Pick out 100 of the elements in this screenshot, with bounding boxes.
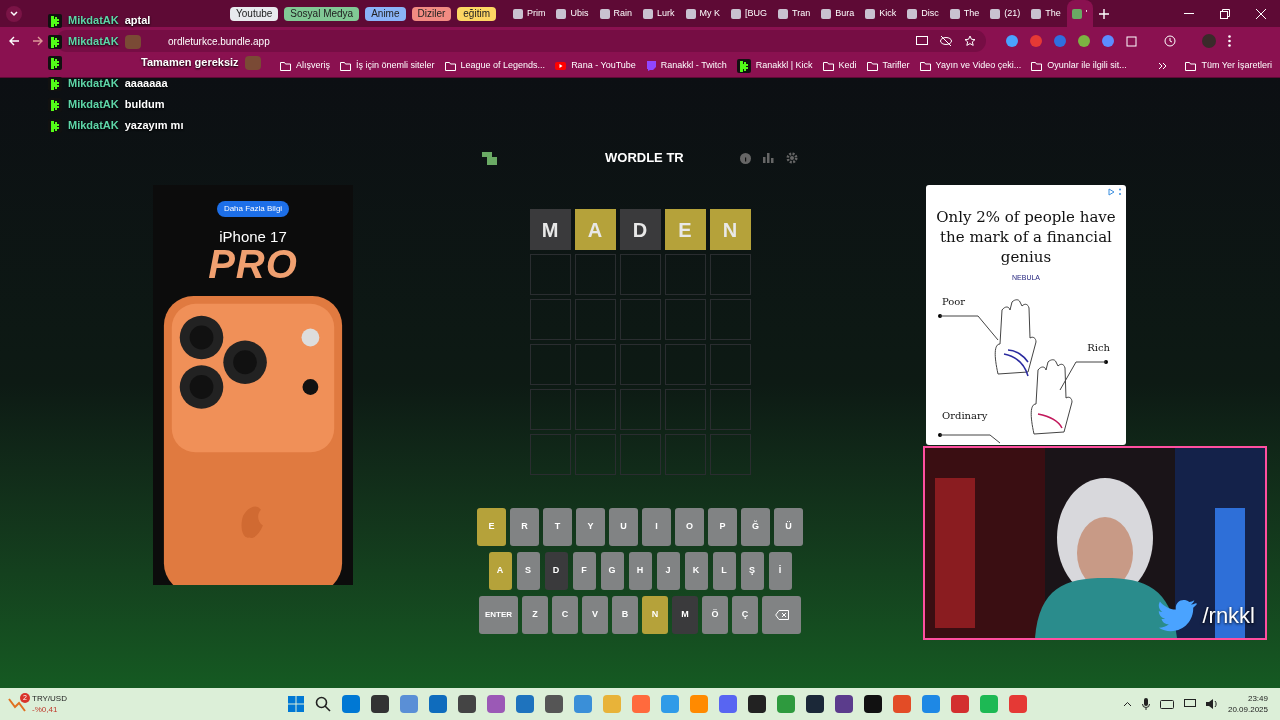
bookmark-item[interactable]: Yayın ve Video çeki...	[919, 59, 1022, 73]
keyboard-key[interactable]: Z	[522, 596, 548, 634]
extension-icon[interactable]	[1006, 35, 1018, 47]
tab-group-chip[interactable]: Diziler	[411, 6, 452, 21]
all-bookmarks-item[interactable]: Tüm Yer İşaretleri	[1177, 59, 1280, 73]
keyboard-key[interactable]: G	[600, 552, 624, 590]
keyboard-key[interactable]: H	[628, 552, 652, 590]
bookmark-item[interactable]: Rana - YouTube	[555, 59, 636, 73]
browser-tab[interactable]: '	[1066, 0, 1093, 27]
keyboard-key[interactable]: J	[656, 552, 680, 590]
tab-group-chip[interactable]: Anime	[365, 6, 406, 21]
tab-group-chip[interactable]: Sosyal Medya	[284, 6, 360, 21]
browser-tab[interactable]: Prim	[508, 0, 551, 27]
keyboard-key[interactable]: B	[612, 596, 638, 634]
eye-off-icon[interactable]	[940, 36, 952, 46]
chart-down-icon[interactable]	[8, 696, 26, 712]
history-icon[interactable]	[1164, 35, 1176, 47]
speaker-icon[interactable]	[1205, 699, 1218, 709]
tab-group-chip[interactable]: Youtube	[230, 6, 279, 21]
browser-tab[interactable]: Lurk	[638, 0, 680, 27]
bookmark-item[interactable]: Ranakkl - Twitch	[645, 59, 727, 73]
browser-tab[interactable]: [BUG	[726, 0, 773, 27]
keyboard-key[interactable]: F	[572, 552, 596, 590]
browser-tab[interactable]: Ubis	[551, 0, 594, 27]
taskbar-app-icon[interactable]	[371, 695, 389, 713]
browser-tab[interactable]: The	[1026, 0, 1066, 27]
restore-icon[interactable]	[1220, 8, 1230, 19]
star-icon[interactable]	[964, 35, 976, 47]
extension-icon[interactable]	[1102, 35, 1114, 47]
network-icon[interactable]	[1183, 699, 1196, 709]
keyboard-key[interactable]: P	[708, 508, 737, 546]
keyboard-key[interactable]: K	[684, 552, 708, 590]
bookmark-item[interactable]: Ranakkl | Kick	[736, 59, 813, 73]
chevron-up-icon[interactable]	[1122, 701, 1132, 707]
browser-tab[interactable]: Rain	[594, 0, 637, 27]
bookmark-item[interactable]: Tarifler	[866, 59, 910, 73]
keyboard-icon[interactable]	[1159, 699, 1174, 709]
bookmark-item[interactable]: League of Legends...	[444, 59, 546, 73]
browser-tab[interactable]: Disc	[902, 0, 944, 27]
menu-icon[interactable]	[1228, 35, 1231, 47]
minimize-icon[interactable]	[1184, 12, 1194, 15]
keyboard-key[interactable]: O	[675, 508, 704, 546]
bookmark-item[interactable]: Oyunlar ile ilgili sit...	[1031, 59, 1127, 73]
bookmark-item[interactable]: Kedi	[822, 59, 857, 73]
keyboard-key[interactable]: Ç	[732, 596, 758, 634]
new-tab-icon[interactable]	[1098, 8, 1109, 19]
keyboard-key[interactable]: U	[609, 508, 638, 546]
keyboard-key[interactable]: L	[712, 552, 736, 590]
keyboard-key[interactable]: Ü	[774, 508, 803, 546]
keyboard-key[interactable]: M	[672, 596, 698, 634]
keyboard-key[interactable]: Ö	[702, 596, 728, 634]
bookmark-item[interactable]: Alışveriş	[280, 59, 330, 73]
taskbar-app-icon[interactable]	[864, 695, 882, 713]
more-bookmarks-icon[interactable]	[1158, 62, 1168, 70]
install-icon[interactable]	[916, 35, 928, 47]
search-icon[interactable]	[315, 696, 331, 712]
keyboard-key[interactable]: İ	[768, 552, 792, 590]
keyboard-key[interactable]: T	[543, 508, 572, 546]
browser-tab[interactable]: The	[944, 0, 985, 27]
ad-choices-icon[interactable]	[1108, 188, 1122, 196]
taskbar-app-icon[interactable]	[458, 695, 476, 713]
keyboard-key[interactable]: R	[510, 508, 539, 546]
taskbar-app-icon[interactable]	[748, 695, 766, 713]
backspace-key[interactable]	[762, 596, 801, 634]
bar-chart-icon[interactable]	[763, 153, 774, 163]
extension-icon[interactable]	[1078, 35, 1090, 47]
puzzle-icon[interactable]	[1126, 35, 1138, 47]
keyboard-key[interactable]: S	[516, 552, 540, 590]
info-icon[interactable]	[740, 152, 751, 164]
browser-tab[interactable]: (21)	[985, 0, 1026, 27]
keyboard-key[interactable]: V	[582, 596, 608, 634]
enter-key[interactable]: ENTER	[479, 596, 518, 634]
keyboard-key[interactable]: Ğ	[741, 508, 770, 546]
taskbar-app-icon[interactable]	[835, 695, 853, 713]
keyboard-key[interactable]: C	[552, 596, 578, 634]
tab-list-button[interactable]	[6, 5, 22, 22]
forward-icon[interactable]	[32, 35, 44, 47]
more-info-button[interactable]: Daha Fazla Bilgi	[216, 201, 290, 217]
empty-tile	[529, 344, 571, 385]
keyboard-key[interactable]: Y	[576, 508, 605, 546]
keyboard-key[interactable]: D	[544, 552, 568, 590]
browser-tab[interactable]: Tran	[773, 0, 816, 27]
browser-tab[interactable]: Bura	[816, 0, 860, 27]
browser-tab[interactable]: Kick	[860, 0, 902, 27]
extension-icon[interactable]	[1030, 35, 1042, 47]
microphone-icon[interactable]	[1141, 698, 1150, 710]
start-icon[interactable]	[288, 696, 304, 712]
tab-group-chip[interactable]: eğitim	[457, 6, 496, 21]
logo-icon[interactable]	[482, 151, 497, 165]
ad-banner[interactable]: Daha Fazla Bilgi iPhone 17 PRO	[153, 185, 353, 585]
taskbar-app-icon[interactable]	[545, 695, 563, 713]
close-icon[interactable]	[1256, 8, 1266, 19]
extension-icon[interactable]	[1054, 35, 1066, 47]
keyboard-key[interactable]: Ş	[740, 552, 764, 590]
back-icon[interactable]	[8, 35, 20, 47]
taskbar-app-icon[interactable]	[806, 695, 824, 713]
settings-icon[interactable]	[786, 152, 798, 164]
bookmark-item[interactable]: İş için önemli siteler	[340, 59, 435, 73]
browser-tab[interactable]: My K	[680, 0, 726, 27]
keyboard-key[interactable]: I	[642, 508, 671, 546]
